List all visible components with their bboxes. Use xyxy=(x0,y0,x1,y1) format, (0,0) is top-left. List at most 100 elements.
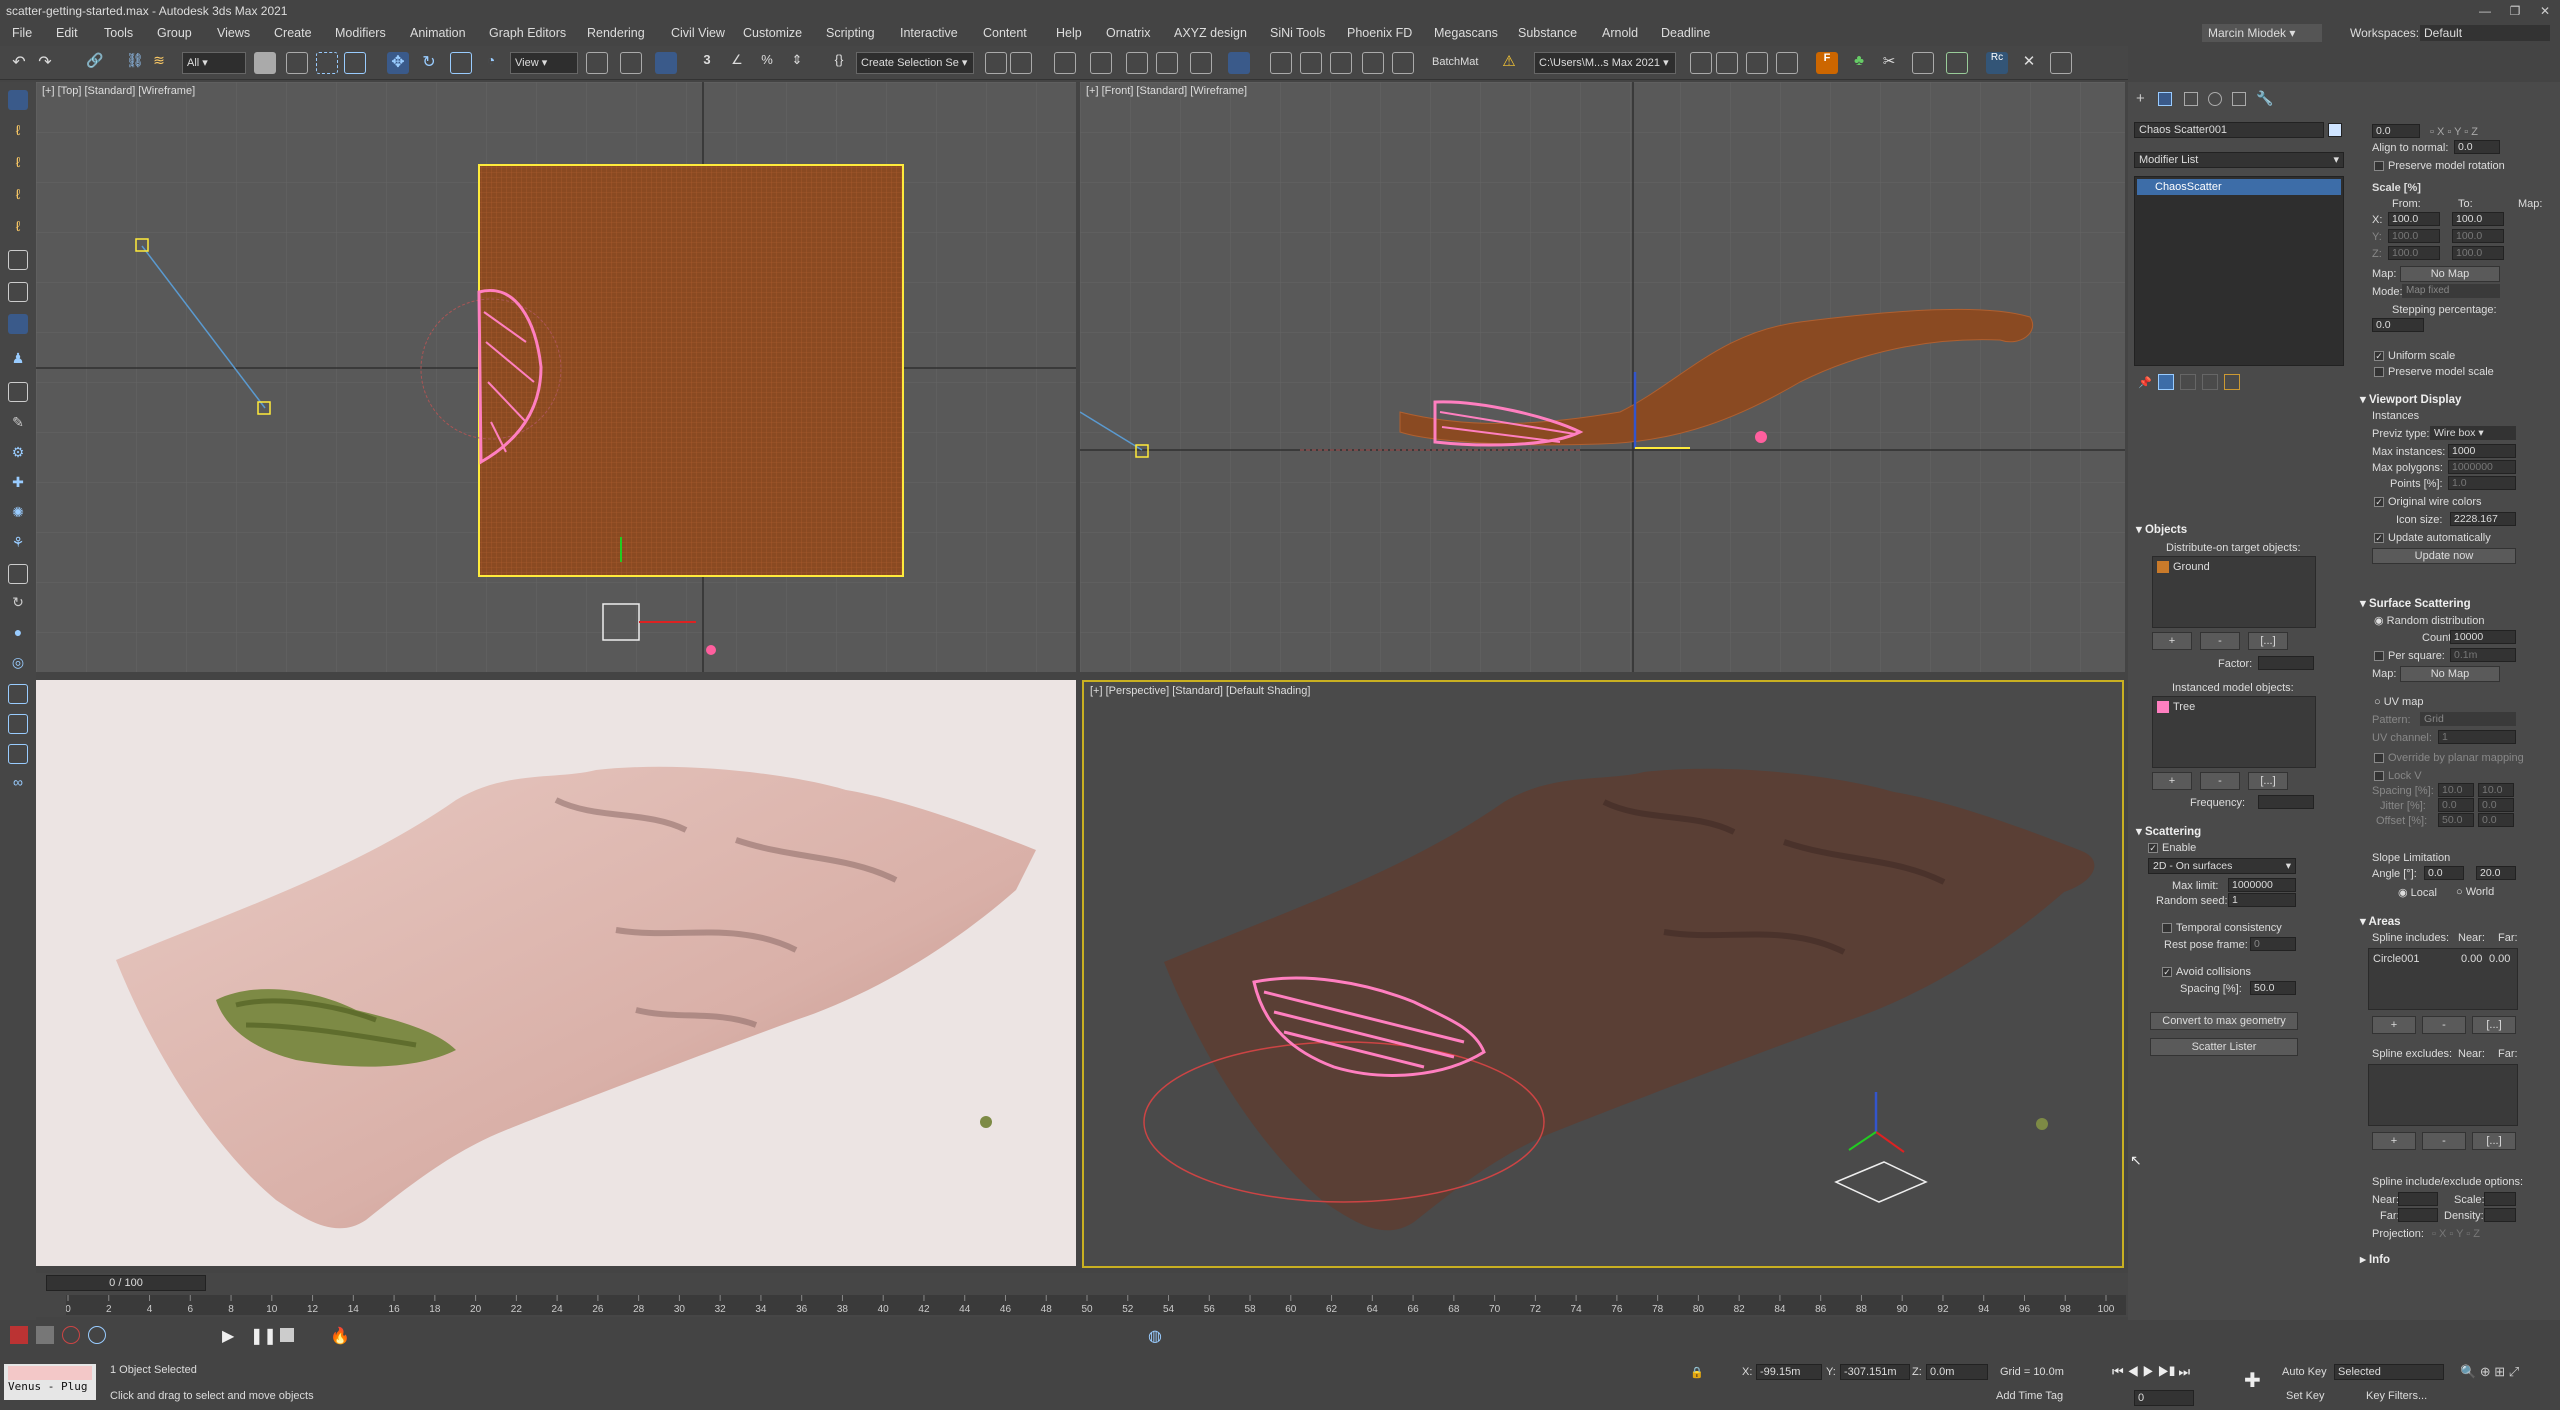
helper-icon[interactable] xyxy=(8,744,28,764)
window-crossing-icon[interactable] xyxy=(344,52,366,74)
maxscript-listener[interactable]: Venus - Plug xyxy=(4,1364,96,1400)
points-spinner[interactable]: 1.0 xyxy=(2448,476,2516,490)
workspace-dropdown[interactable]: Default xyxy=(2420,25,2550,41)
motion-tab-icon[interactable] xyxy=(2208,92,2222,106)
maximize-button[interactable]: ❐ xyxy=(2500,0,2530,22)
display-tab-icon[interactable] xyxy=(2232,92,2246,106)
add-time-tag[interactable]: Add Time Tag xyxy=(1996,1390,2063,1402)
warning-icon[interactable]: ⚠ xyxy=(1498,52,1520,74)
align-icon[interactable] xyxy=(1010,52,1032,74)
show-end-result-icon[interactable] xyxy=(2158,374,2174,390)
frequency-spinner[interactable] xyxy=(2258,795,2314,809)
a360-gallery-icon[interactable] xyxy=(1392,52,1414,74)
menu-modifiers[interactable]: Modifiers xyxy=(335,22,386,44)
rest-pose-spinner[interactable]: 0 xyxy=(2250,937,2296,951)
render-button-icon[interactable] xyxy=(10,1326,28,1344)
key-mode-icon[interactable]: ✚ xyxy=(2244,1368,2261,1393)
select-object-icon[interactable] xyxy=(254,52,276,74)
menu-civil-view[interactable]: Civil View xyxy=(671,22,725,44)
rendered-frame-window-icon[interactable] xyxy=(1300,52,1322,74)
close-button[interactable]: ✕ xyxy=(2530,0,2560,22)
viewport-nav-icons[interactable]: 🔍 ⊕ ⊞ ⤢ xyxy=(2460,1364,2519,1380)
fire-icon[interactable]: 🔥 xyxy=(330,1326,350,1346)
scale-z-from[interactable]: 100.0 xyxy=(2388,246,2440,260)
tools-icon[interactable]: ✂ xyxy=(1878,52,1900,74)
max-polygons-spinner[interactable]: 1000000 xyxy=(2448,460,2516,474)
avoid-collisions-checkbox[interactable]: ✓ Avoid collisions xyxy=(2162,966,2251,978)
grid-icon[interactable] xyxy=(1912,52,1934,74)
model-objects-list[interactable]: Tree xyxy=(2152,696,2316,768)
named-selection-dropdown[interactable]: Create Selection Se ▾ xyxy=(856,52,974,74)
add-include-button[interactable]: + xyxy=(2372,1016,2416,1034)
scatter-lister-button[interactable]: Scatter Lister xyxy=(2150,1038,2298,1056)
pivot-center-icon[interactable] xyxy=(586,52,608,74)
scale-y-to[interactable]: 100.0 xyxy=(2452,229,2504,243)
remove-model-button[interactable]: - xyxy=(2200,772,2240,790)
rectangular-selection-icon[interactable] xyxy=(316,52,338,74)
menu-substance[interactable]: Substance xyxy=(1518,22,1577,44)
menu-phoenix-fd[interactable]: Phoenix FD xyxy=(1347,22,1412,44)
random-distribution-radio[interactable]: ◉ Random distribution xyxy=(2374,614,2485,627)
toggle-ribbon-icon[interactable] xyxy=(1126,52,1148,74)
layer-explorer-icon[interactable] xyxy=(1054,52,1076,74)
coord-y-field[interactable]: -307.151m xyxy=(1840,1364,1910,1380)
edit-icon[interactable] xyxy=(8,282,28,302)
modify-tab-icon[interactable] xyxy=(2158,92,2172,106)
scale-mode-dropdown[interactable]: Map fixed xyxy=(2402,284,2500,298)
set-key-button[interactable]: Set Key xyxy=(2286,1390,2325,1402)
uv-channel-spinner[interactable]: 1 xyxy=(2438,730,2516,744)
coord-z-field[interactable]: 0.0m xyxy=(1926,1364,1988,1380)
offset-v[interactable]: 0.0 xyxy=(2478,813,2514,827)
convert-geometry-button[interactable]: Convert to max geometry xyxy=(2150,1012,2298,1030)
save-file-icon[interactable] xyxy=(1746,52,1768,74)
hierarchy-tab-icon[interactable] xyxy=(2184,92,2198,106)
per-square-spinner[interactable]: 0.1m xyxy=(2450,648,2516,662)
scene-explorer-icon[interactable] xyxy=(1090,52,1112,74)
menu-views[interactable]: Views xyxy=(217,22,250,44)
select-manipulate-icon[interactable] xyxy=(620,52,642,74)
current-frame-field[interactable]: 0 xyxy=(2134,1390,2194,1406)
snap-tool-icon[interactable] xyxy=(8,314,28,334)
count-spinner[interactable]: 10000 xyxy=(2450,630,2516,644)
previz-dropdown[interactable]: Wire box ▾ xyxy=(2430,426,2516,440)
menu-ornatrix[interactable]: Ornatrix xyxy=(1106,22,1150,44)
brush-icon[interactable]: ℓ xyxy=(8,186,28,206)
original-wire-checkbox[interactable]: ✓ Original wire colors xyxy=(2374,496,2482,508)
uv-spacing-u[interactable]: 10.0 xyxy=(2438,783,2474,797)
spacing-spinner[interactable]: 50.0 xyxy=(2250,981,2296,995)
viewport-front-label[interactable]: [+] [Front] [Standard] [Wireframe] xyxy=(1086,85,1247,97)
per-square-checkbox[interactable]: Per square: xyxy=(2374,650,2445,662)
menu-animation[interactable]: Animation xyxy=(410,22,466,44)
spline-includes-list[interactable]: Circle001 0.00 0.00 xyxy=(2368,948,2518,1010)
target-objects-list[interactable]: Ground xyxy=(2152,556,2316,628)
bulb-icon[interactable]: ◎ xyxy=(8,654,28,674)
material-editor-icon[interactable] xyxy=(1228,52,1250,74)
scale-z-to[interactable]: 100.0 xyxy=(2452,246,2504,260)
jitter-u[interactable]: 0.0 xyxy=(2438,798,2474,812)
batchmat-label[interactable]: BatchMat xyxy=(1432,56,1478,68)
uv-map-radio[interactable]: ○ UV map xyxy=(2374,696,2423,708)
select-tool-icon[interactable] xyxy=(8,90,28,110)
reference-coordinate-dropdown[interactable]: View ▾ xyxy=(510,52,578,74)
archive-icon[interactable] xyxy=(1776,52,1798,74)
preserve-scale-checkbox[interactable]: Preserve model scale xyxy=(2374,366,2494,378)
pause-icon[interactable]: ❚❚ xyxy=(250,1326,277,1346)
scatter-mode-dropdown[interactable]: 2D - On surfaces ▾ xyxy=(2148,858,2296,874)
lock-v-checkbox[interactable]: Lock V xyxy=(2374,770,2422,782)
undo-icon[interactable]: ↶ xyxy=(8,52,30,74)
angle-snap-icon[interactable]: ∠ xyxy=(726,52,748,74)
icon-size-spinner[interactable]: 2228.167 xyxy=(2450,512,2516,526)
maxscript-input-line[interactable] xyxy=(8,1366,92,1380)
world-radio[interactable]: ○ World xyxy=(2456,886,2494,898)
utilities-tab-icon[interactable]: 🔧 xyxy=(2256,90,2273,107)
viewport-perspective[interactable]: [+] [Perspective] [Standard] [Default Sh… xyxy=(1082,680,2124,1268)
jitter-v[interactable]: 0.0 xyxy=(2478,798,2514,812)
stop-icon[interactable] xyxy=(280,1328,294,1342)
max-instances-spinner[interactable]: 1000 xyxy=(2448,444,2516,458)
surface-scattering-header[interactable]: ▾ Surface Scattering xyxy=(2360,596,2471,610)
scale-x-from[interactable]: 100.0 xyxy=(2388,212,2440,226)
move-icon[interactable]: ✥ xyxy=(387,52,409,74)
uniform-scale-checkbox[interactable]: ✓ Uniform scale xyxy=(2374,350,2455,362)
camera-icon[interactable] xyxy=(8,714,28,734)
menu-tools[interactable]: Tools xyxy=(104,22,133,44)
